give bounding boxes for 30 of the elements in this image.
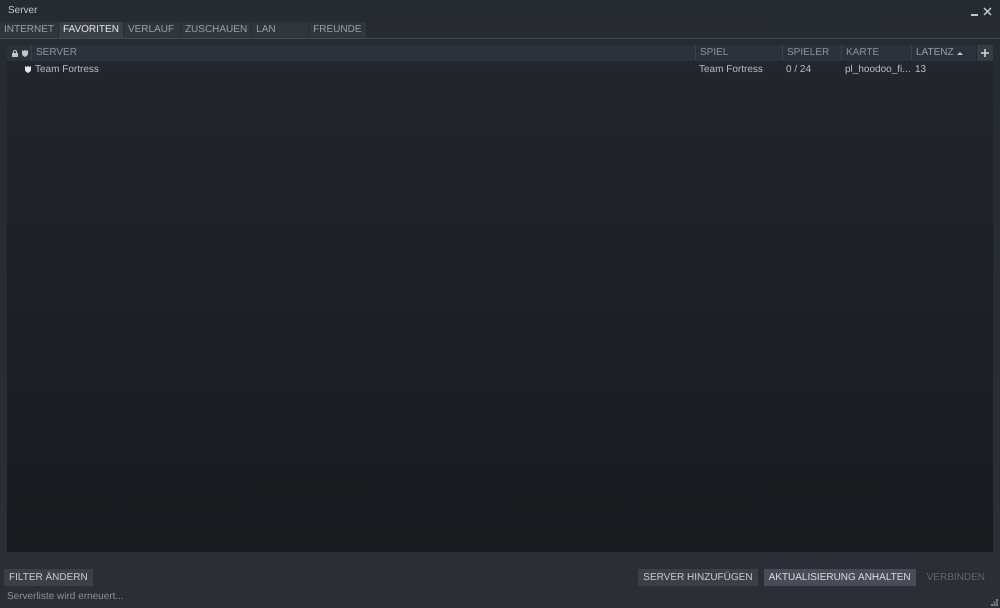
tab[interactable]: FAVORITEN: [59, 22, 123, 38]
table-cell: 13: [915, 64, 926, 74]
shield-icon: [22, 50, 28, 56]
column-header[interactable]: SERVER: [32, 45, 79, 61]
status-text: Serverliste wird erneuert...: [7, 592, 124, 602]
tab[interactable]: INTERNET: [0, 22, 58, 38]
sort-up-icon: [956, 52, 963, 54]
lock-icon: [12, 50, 18, 56]
tab[interactable]: VERLAUF: [124, 22, 180, 38]
close-icon: [982, 6, 992, 16]
column-header[interactable]: SPIELER: [783, 45, 832, 61]
minimize-icon: [971, 14, 978, 16]
tab[interactable]: ZUSCHAUEN: [180, 22, 252, 38]
add-column-button[interactable]: [977, 45, 993, 61]
tab[interactable]: LAN: [252, 22, 308, 38]
close-button[interactable]: [982, 6, 992, 16]
table-cell: Team Fortress: [35, 64, 99, 74]
action-button[interactable]: AKTUALISIERUNG ANHALTEN: [764, 569, 916, 586]
resize-grip-icon: [991, 599, 998, 606]
table-cell: Team Fortress: [699, 64, 763, 74]
table-cell: pl_hoodoo_fi...: [845, 64, 911, 74]
window-title: Server: [8, 6, 38, 16]
column-header[interactable]: SPIEL: [696, 45, 730, 61]
plus-icon: [981, 49, 989, 57]
action-button[interactable]: SERVER HINZUFÜGEN: [638, 569, 758, 586]
table-cell: 0 / 24: [786, 64, 812, 74]
filter-button[interactable]: FILTER ÄNDERN: [4, 569, 93, 586]
column-header[interactable]: LATENZ: [912, 45, 965, 61]
tab[interactable]: FREUNDE: [309, 22, 366, 38]
column-header[interactable]: KARTE: [842, 45, 882, 61]
